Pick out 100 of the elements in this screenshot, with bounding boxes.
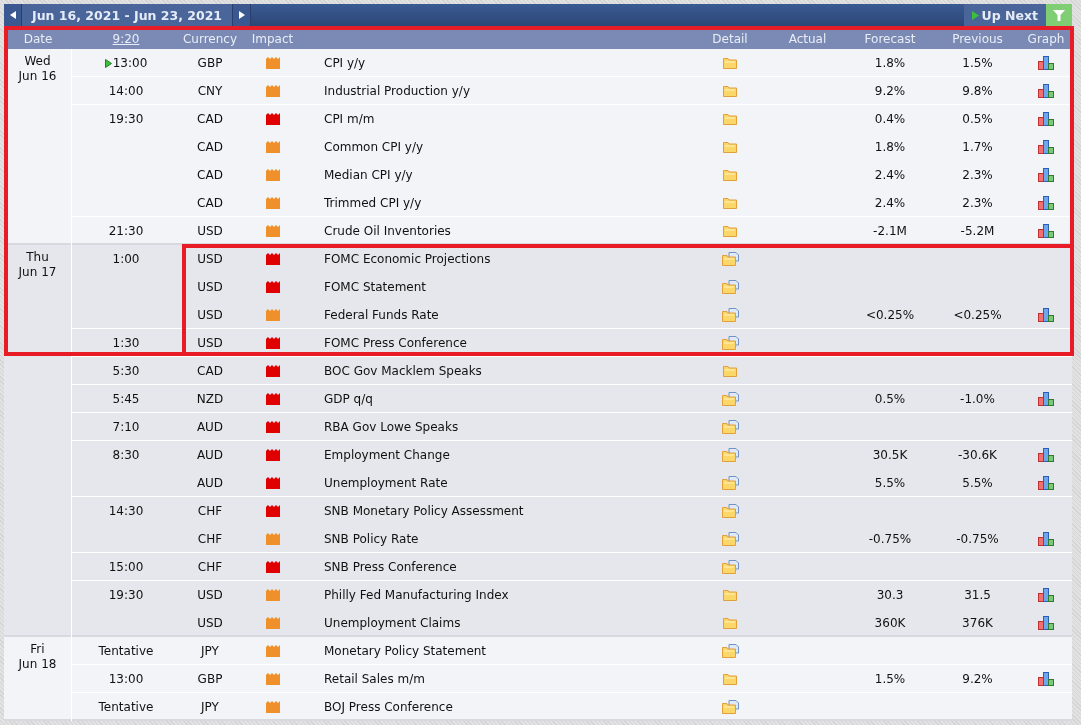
bar-chart-icon[interactable] <box>1038 112 1054 126</box>
event-title[interactable]: CPI m/m <box>305 112 690 126</box>
folder-document-icon[interactable] <box>721 308 739 322</box>
bar-chart-icon[interactable] <box>1038 532 1054 546</box>
currency-cell-text: USD <box>196 336 224 350</box>
bar-chart-icon[interactable] <box>1038 168 1054 182</box>
folder-document-icon[interactable] <box>721 280 739 294</box>
upcoming-icon <box>104 59 112 68</box>
event-title[interactable]: Philly Fed Manufacturing Index <box>305 588 690 602</box>
column-header: Graph <box>1026 30 1066 48</box>
folder-document-icon[interactable] <box>721 252 739 266</box>
event-title[interactable]: SNB Press Conference <box>305 560 690 574</box>
filter-icon <box>1053 9 1065 21</box>
forecast-cell: 9.2% <box>874 84 906 98</box>
folder-document-icon[interactable] <box>721 700 739 714</box>
next-week-button[interactable] <box>233 4 252 26</box>
forecast-cell: 2.4% <box>874 196 906 210</box>
previous-cell: 31.5 <box>964 588 991 602</box>
event-title[interactable]: Crude Oil Inventories <box>305 224 690 238</box>
previous-week-button[interactable] <box>4 4 22 26</box>
previous-cell: 5.5% <box>962 476 993 490</box>
filter-button[interactable] <box>1046 4 1072 26</box>
bar-chart-icon[interactable] <box>1038 672 1054 686</box>
folder-icon[interactable] <box>723 589 737 601</box>
event-title[interactable]: BOC Gov Macklem Speaks <box>305 364 690 378</box>
event-title[interactable]: Unemployment Rate <box>305 476 690 490</box>
event-title[interactable]: RBA Gov Lowe Speaks <box>305 420 690 434</box>
event-title[interactable]: CPI y/y <box>305 56 690 70</box>
folder-icon[interactable] <box>723 169 737 181</box>
folder-icon[interactable] <box>723 617 737 629</box>
folder-icon[interactable] <box>723 141 737 153</box>
folder-document-icon[interactable] <box>721 560 739 574</box>
time-cell-text: 21:30 <box>107 223 145 240</box>
time-cell-text: 1:30 <box>111 335 141 352</box>
bar-chart-icon[interactable] <box>1038 476 1054 490</box>
bar-chart-icon[interactable] <box>1038 448 1054 462</box>
forecast-cell: 0.4% <box>874 112 906 126</box>
folder-icon[interactable] <box>723 365 737 377</box>
up-next-button[interactable]: Up Next <box>963 4 1046 26</box>
time-cell-text: 13:00 <box>107 671 145 688</box>
event-title[interactable]: Federal Funds Rate <box>305 308 690 322</box>
event-title[interactable]: GDP q/q <box>305 392 690 406</box>
bar-chart-icon[interactable] <box>1038 140 1054 154</box>
previous-cell: 9.8% <box>962 84 993 98</box>
date-range[interactable]: Jun 16, 2021 - Jun 23, 2021 <box>22 4 234 26</box>
bar-chart-icon[interactable] <box>1038 224 1054 238</box>
play-icon <box>971 10 979 20</box>
event-title[interactable]: SNB Monetary Policy Assessment <box>305 504 690 518</box>
folder-document-icon[interactable] <box>721 448 739 462</box>
time-cell-text: 15:00 <box>107 559 145 576</box>
folder-document-icon[interactable] <box>721 532 739 546</box>
event-title[interactable]: Trimmed CPI y/y <box>305 196 690 210</box>
event-title[interactable]: FOMC Statement <box>305 280 690 294</box>
currency-cell-text: GBP <box>196 672 224 686</box>
event-title[interactable]: Retail Sales m/m <box>305 672 690 686</box>
currency-cell-text: USD <box>196 588 224 602</box>
event-title[interactable]: FOMC Economic Projections <box>305 252 690 266</box>
previous-cell: 2.3% <box>962 196 993 210</box>
folder-icon[interactable] <box>723 85 737 97</box>
event-title[interactable]: Industrial Production y/y <box>305 84 690 98</box>
event-title[interactable]: SNB Policy Rate <box>305 532 690 546</box>
event-title[interactable]: Median CPI y/y <box>305 168 690 182</box>
event-title[interactable]: BOJ Press Conference <box>305 700 690 714</box>
time-cell-text: 5:30 <box>111 363 141 380</box>
currency-cell-text: CHF <box>196 504 224 518</box>
left-triangle-icon <box>9 11 16 19</box>
currency-cell-text: JPY <box>199 700 220 714</box>
event-title[interactable]: Monetary Policy Statement <box>305 644 690 658</box>
folder-icon[interactable] <box>723 673 737 685</box>
bar-chart-icon[interactable] <box>1038 56 1054 70</box>
folder-icon[interactable] <box>723 225 737 237</box>
folder-document-icon[interactable] <box>721 504 739 518</box>
currency-cell-text: CNY <box>196 84 224 98</box>
currency-cell-text: JPY <box>199 644 220 658</box>
date-cell: Fri Jun 18 <box>4 637 72 721</box>
event-title[interactable]: FOMC Press Conference <box>305 336 690 350</box>
folder-document-icon[interactable] <box>721 420 739 434</box>
currency-cell-text: AUD <box>195 476 225 490</box>
previous-cell: -0.75% <box>956 532 999 546</box>
folder-icon[interactable] <box>723 113 737 125</box>
folder-document-icon[interactable] <box>721 476 739 490</box>
bar-chart-icon[interactable] <box>1038 392 1054 406</box>
currency-cell-text: CAD <box>196 364 224 378</box>
event-title[interactable]: Unemployment Claims <box>305 616 690 630</box>
previous-cell: <0.25% <box>953 308 1002 322</box>
forecast-cell: 30.5K <box>872 448 908 462</box>
bar-chart-icon[interactable] <box>1038 616 1054 630</box>
folder-document-icon[interactable] <box>721 392 739 406</box>
bar-chart-icon[interactable] <box>1038 308 1054 322</box>
column-header: Previous <box>951 30 1004 48</box>
folder-icon[interactable] <box>723 197 737 209</box>
bar-chart-icon[interactable] <box>1038 588 1054 602</box>
event-title[interactable]: Common CPI y/y <box>305 140 690 154</box>
folder-icon[interactable] <box>723 57 737 69</box>
event-title[interactable]: Employment Change <box>305 448 690 462</box>
currency-cell-text: AUD <box>195 448 225 462</box>
bar-chart-icon[interactable] <box>1038 84 1054 98</box>
folder-document-icon[interactable] <box>721 644 739 658</box>
folder-document-icon[interactable] <box>721 336 739 350</box>
bar-chart-icon[interactable] <box>1038 196 1054 210</box>
